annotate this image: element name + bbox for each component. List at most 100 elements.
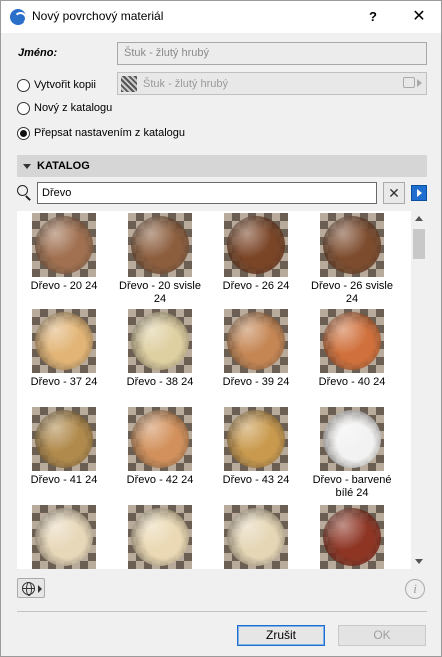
search-input[interactable] xyxy=(37,182,377,204)
material-label: Dřevo - barvené bílé 24 xyxy=(312,474,392,499)
material-tile[interactable]: Dřevo - 26 24 xyxy=(210,213,302,293)
material-tile[interactable]: Dřevo - 42 24 xyxy=(114,407,206,487)
material-sphere-preview xyxy=(35,312,93,370)
material-tile[interactable]: Dřevo - 43 24 xyxy=(210,407,302,487)
scroll-down-icon[interactable] xyxy=(411,553,427,569)
material-tile[interactable]: Dřevo - 38 24 xyxy=(114,309,206,389)
option-new-from-catalog-label: Nový z katalogu xyxy=(34,102,113,114)
help-button[interactable]: ? xyxy=(358,7,388,27)
material-sphere-preview xyxy=(227,508,285,566)
material-label: Dřevo - 26 svisle 24 xyxy=(311,280,393,305)
material-tile[interactable]: Dřevo - 41 24 xyxy=(18,407,110,487)
material-label: Dřevo - 38 24 xyxy=(126,376,194,388)
catalog-section-header[interactable]: KATALOG xyxy=(17,155,427,177)
radio-new-from-catalog[interactable] xyxy=(17,101,30,115)
material-sphere-preview xyxy=(323,312,381,370)
globe-menu-button[interactable] xyxy=(17,578,45,598)
image-icon xyxy=(403,77,415,88)
material-thumbnail xyxy=(128,309,192,373)
material-sphere-preview xyxy=(227,410,285,468)
option-create-copy[interactable]: Vytvořit kopii xyxy=(17,76,96,94)
collapse-triangle-icon[interactable] xyxy=(23,163,31,169)
material-label: Dřevo - 41 24 xyxy=(30,474,98,486)
material-sphere-preview xyxy=(323,216,381,274)
copy-source-value: Štuk - žlutý hrubý xyxy=(143,77,228,90)
material-tile[interactable]: Dřevo - 20 24 xyxy=(18,213,110,293)
material-tile[interactable]: Dřevo - 20 svisle 24 xyxy=(114,213,206,306)
material-thumbnail xyxy=(32,309,96,373)
material-tile[interactable]: Dřevo - 40 24 xyxy=(306,309,398,389)
material-sphere-preview xyxy=(323,410,381,468)
material-label: Dřevo - 37 24 xyxy=(30,376,98,388)
material-grid-panel: Dřevo - 20 24 Dřevo - 20 svisle 24 Dřevo -… xyxy=(17,211,427,569)
material-sphere-preview xyxy=(131,410,189,468)
material-thumbnail xyxy=(32,407,96,471)
dialog-window: Nový povrchový materiál ? ✕ Jméno: Štuk … xyxy=(0,0,442,657)
material-tile[interactable]: Dřevo - 26 svisle 24 xyxy=(306,213,398,306)
material-thumbnail xyxy=(320,213,384,277)
material-label: Dřevo - 20 24 xyxy=(30,280,98,292)
material-tile[interactable] xyxy=(18,505,110,569)
material-label: Dřevo - 20 svisle 24 xyxy=(119,280,201,305)
material-sphere-preview xyxy=(35,410,93,468)
info-button[interactable]: i xyxy=(405,579,425,599)
material-thumbnail xyxy=(320,309,384,373)
material-swatch-icon xyxy=(121,75,137,92)
material-tile[interactable] xyxy=(306,505,398,569)
material-sphere-preview xyxy=(131,312,189,370)
title-bar[interactable]: Nový povrchový materiál ? ✕ xyxy=(1,1,441,33)
catalog-header-label: KATALOG xyxy=(37,160,90,172)
material-label: Dřevo - 43 24 xyxy=(222,474,290,486)
window-title: Nový povrchový materiál xyxy=(32,9,164,23)
material-tile[interactable]: Dřevo - 39 24 xyxy=(210,309,302,389)
globe-icon xyxy=(22,582,35,596)
clear-search-button[interactable]: ✕ xyxy=(383,182,405,204)
material-sphere-preview xyxy=(323,508,381,566)
copy-source-controls xyxy=(403,77,422,88)
material-tile[interactable]: Dřevo - barvené bílé 24 xyxy=(306,407,398,500)
chevron-right-icon xyxy=(417,78,422,87)
option-create-copy-label: Vytvořit kopii xyxy=(34,79,96,91)
option-overwrite-from-catalog-label: Přepsat nastavením z katalogu xyxy=(34,127,186,139)
cancel-button[interactable]: Zrušit xyxy=(237,625,325,646)
material-sphere-preview xyxy=(227,216,285,274)
material-sphere-preview xyxy=(35,508,93,566)
option-overwrite-from-catalog[interactable]: Přepsat nastavením z katalogu xyxy=(17,124,185,142)
material-label: Dřevo - 40 24 xyxy=(318,376,386,388)
material-thumbnail xyxy=(224,407,288,471)
close-button[interactable]: ✕ xyxy=(404,7,434,27)
material-sphere-preview xyxy=(131,216,189,274)
material-sphere-preview xyxy=(131,508,189,566)
material-label: Dřevo - 26 24 xyxy=(222,280,290,292)
material-thumbnail xyxy=(32,213,96,277)
material-tile[interactable] xyxy=(210,505,302,569)
scroll-thumb[interactable] xyxy=(413,229,425,259)
material-thumbnail xyxy=(224,505,288,569)
material-thumbnail xyxy=(128,505,192,569)
search-go-button[interactable] xyxy=(411,185,427,201)
chevron-right-icon xyxy=(38,585,42,593)
material-tile[interactable] xyxy=(114,505,206,569)
material-label: Dřevo - 42 24 xyxy=(126,474,194,486)
copy-source-field: Štuk - žlutý hrubý xyxy=(117,72,427,95)
radio-create-copy[interactable] xyxy=(17,78,30,92)
footer-divider xyxy=(17,611,427,612)
material-thumbnail xyxy=(320,407,384,471)
material-thumbnail xyxy=(128,213,192,277)
app-icon xyxy=(10,9,27,25)
material-sphere-preview xyxy=(35,216,93,274)
material-thumbnail xyxy=(320,505,384,569)
material-thumbnail xyxy=(32,505,96,569)
material-label: Dřevo - 39 24 xyxy=(222,376,290,388)
material-sphere-preview xyxy=(227,312,285,370)
vertical-scrollbar[interactable] xyxy=(411,211,427,569)
material-tile[interactable]: Dřevo - 37 24 xyxy=(18,309,110,389)
option-new-from-catalog[interactable]: Nový z katalogu xyxy=(17,99,112,117)
radio-overwrite-from-catalog[interactable] xyxy=(17,126,30,140)
search-icon xyxy=(17,185,32,201)
material-thumbnail xyxy=(128,407,192,471)
ok-button[interactable]: OK xyxy=(338,625,426,646)
name-field[interactable]: Štuk - žlutý hrubý xyxy=(117,42,427,65)
material-thumbnail xyxy=(224,309,288,373)
scroll-up-icon[interactable] xyxy=(411,211,427,227)
